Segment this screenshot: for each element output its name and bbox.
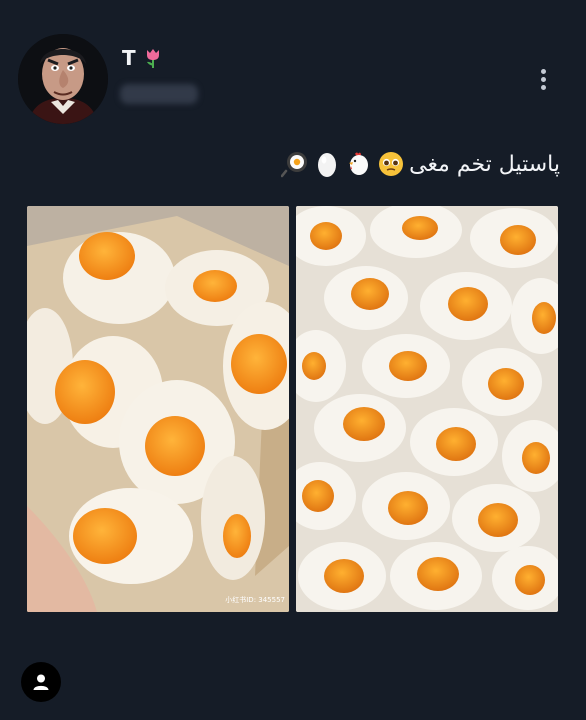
gummy-eggs-pile-photo [296, 206, 558, 612]
post-image-left[interactable]: 小红书ID: 345557 [27, 206, 289, 612]
author-handle-blurred [120, 84, 198, 104]
avatar-character-image [18, 34, 108, 124]
author-name[interactable]: T [122, 46, 136, 70]
fried-egg-pan-icon [281, 152, 308, 178]
gummy-eggs-bag-photo: 小红书ID: 345557 [27, 206, 289, 612]
post-caption: پاستیل تخم مغی [281, 150, 560, 178]
chicken-icon [349, 152, 369, 175]
user-icon [33, 674, 49, 690]
post-menu-button[interactable] [536, 66, 550, 96]
pleading-face-icon [379, 152, 404, 176]
egg-icon [318, 153, 337, 177]
vertical-ellipsis-icon [540, 69, 546, 74]
author-avatar[interactable] [18, 34, 108, 124]
image-watermark: 小红书ID: 345557 [225, 595, 285, 604]
author-name-row[interactable]: T [122, 46, 162, 70]
caption-text: پاستیل تخم مغی [409, 151, 560, 177]
post-image-right[interactable] [296, 206, 558, 612]
profile-button[interactable] [21, 662, 61, 702]
tulip-icon [146, 49, 159, 68]
